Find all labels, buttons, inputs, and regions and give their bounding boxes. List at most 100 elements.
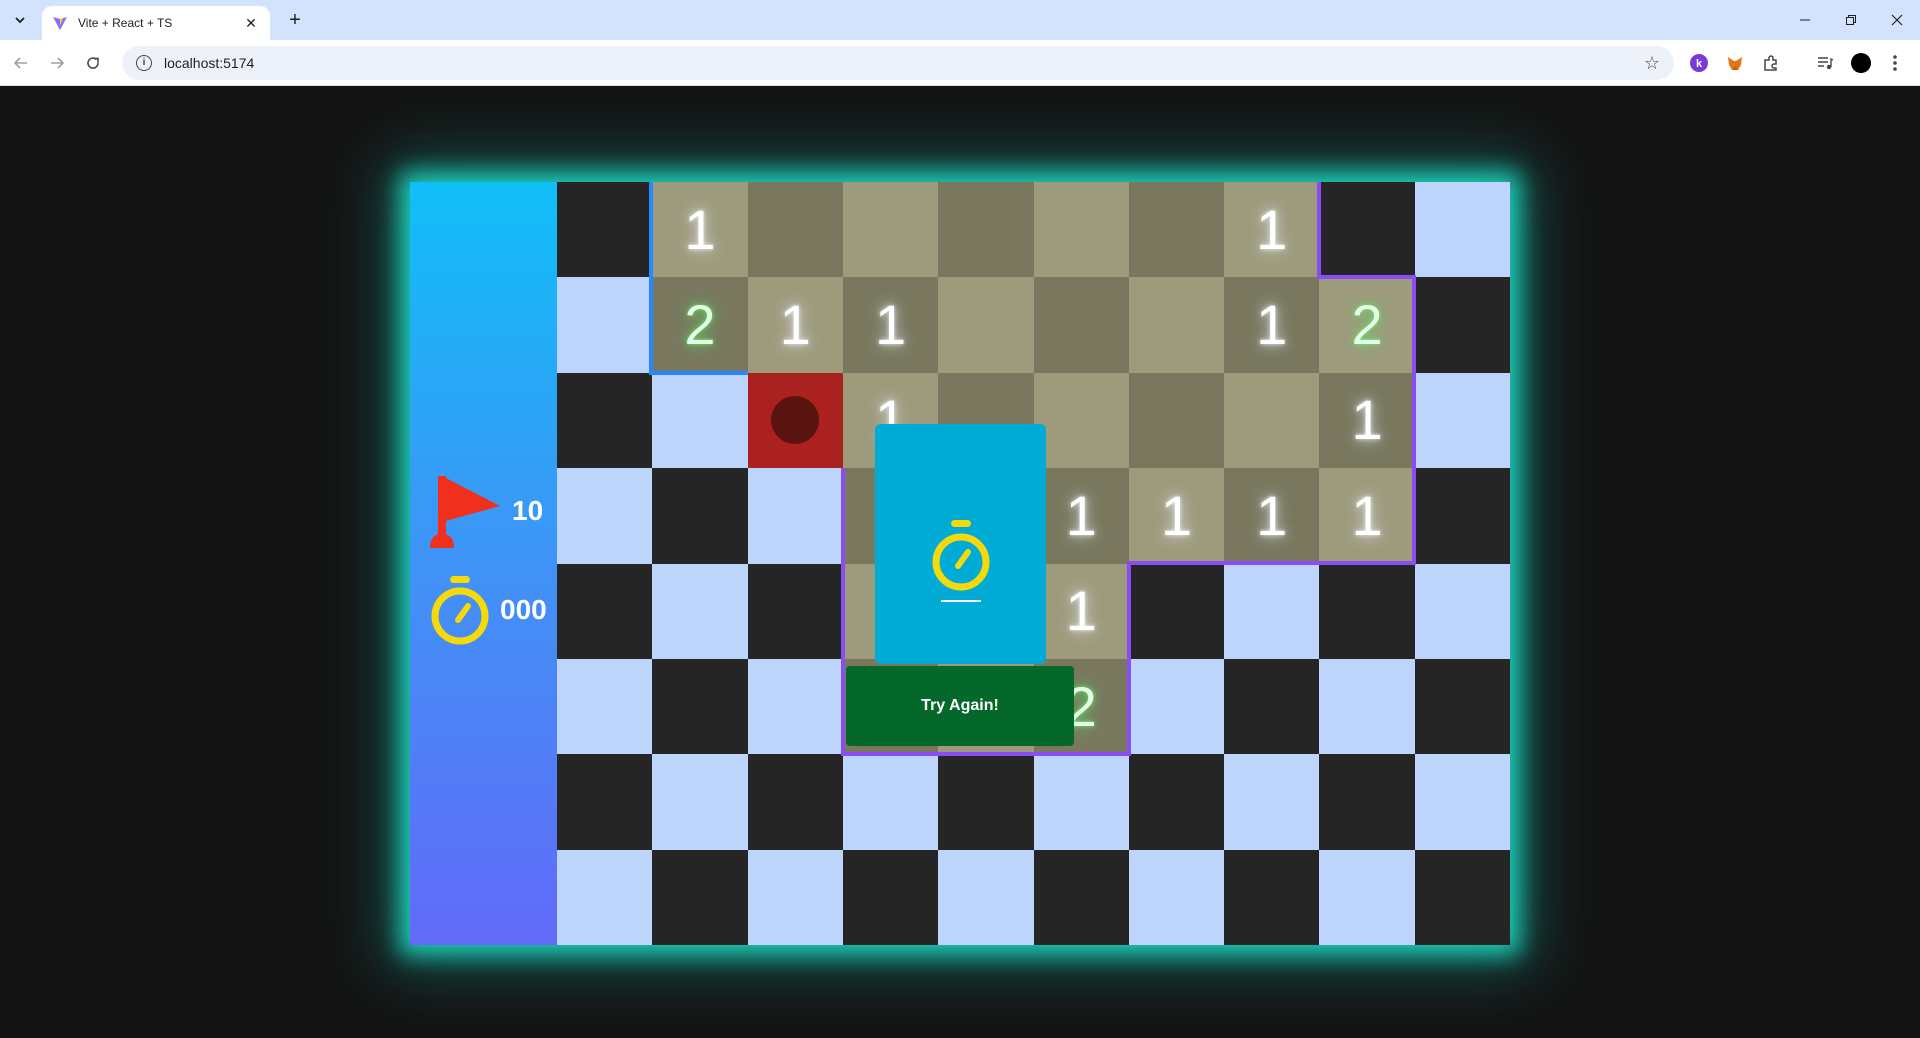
browser-menu-icon[interactable] xyxy=(1884,52,1906,74)
hidden-cell[interactable] xyxy=(1224,754,1320,850)
hidden-cell[interactable] xyxy=(1414,658,1510,755)
hidden-cell[interactable] xyxy=(1319,754,1415,850)
address-bar[interactable]: i localhost:5174 ☆ xyxy=(122,46,1674,80)
hidden-cell[interactable] xyxy=(557,754,653,850)
hidden-cell[interactable] xyxy=(1033,754,1129,850)
mine-cell xyxy=(747,372,843,469)
hidden-cell[interactable] xyxy=(1128,658,1225,755)
adjacent-count: 1 xyxy=(1256,483,1288,547)
hidden-cell[interactable] xyxy=(1414,182,1510,278)
hidden-cell[interactable] xyxy=(747,563,843,659)
hidden-cell[interactable] xyxy=(1224,658,1320,755)
hidden-cell[interactable] xyxy=(1414,754,1510,850)
metamask-fox-icon[interactable] xyxy=(1724,52,1746,74)
bookmark-star-icon[interactable]: ☆ xyxy=(1644,53,1660,74)
try-again-button[interactable]: Try Again! xyxy=(846,666,1074,746)
revealed-cell: 1 xyxy=(1033,563,1129,659)
hidden-cell[interactable] xyxy=(652,563,748,659)
close-window-button[interactable] xyxy=(1874,0,1920,40)
browser-tabstrip: Vite + React + TS ✕ + xyxy=(0,0,1920,40)
back-button[interactable] xyxy=(8,50,34,76)
hidden-cell[interactable] xyxy=(1414,277,1510,373)
restore-icon xyxy=(1846,15,1856,25)
hidden-cell[interactable] xyxy=(1319,849,1415,945)
hidden-cell[interactable] xyxy=(1414,849,1510,945)
close-icon xyxy=(1891,14,1903,26)
game-sidebar: 10 000 xyxy=(410,182,557,945)
hidden-cell[interactable] xyxy=(1224,563,1320,659)
hidden-cell[interactable] xyxy=(1414,563,1510,659)
tab-close-icon[interactable]: ✕ xyxy=(242,15,260,32)
extension-k-icon[interactable]: k xyxy=(1688,52,1710,74)
hidden-cell[interactable] xyxy=(557,277,653,373)
hidden-cell[interactable] xyxy=(747,849,843,945)
hidden-cell[interactable] xyxy=(557,849,653,945)
adjacent-count: 1 xyxy=(1351,388,1383,452)
final-time xyxy=(940,600,981,602)
hidden-cell[interactable] xyxy=(652,372,748,469)
revealed-cell xyxy=(1033,372,1129,469)
hidden-cell[interactable] xyxy=(938,849,1034,945)
browser-tab[interactable]: Vite + React + TS ✕ xyxy=(42,6,270,40)
hidden-cell[interactable] xyxy=(842,754,939,850)
hidden-cell[interactable] xyxy=(1319,182,1415,278)
forward-button[interactable] xyxy=(44,50,70,76)
hidden-cell[interactable] xyxy=(652,468,748,564)
hidden-cell[interactable] xyxy=(1128,563,1225,659)
arrow-right-icon xyxy=(51,57,65,69)
stopwatch-icon xyxy=(431,576,489,645)
hidden-cell[interactable] xyxy=(1414,468,1510,564)
hidden-cell[interactable] xyxy=(557,182,653,278)
hidden-cell[interactable] xyxy=(557,658,653,755)
hidden-cell[interactable] xyxy=(652,754,748,850)
browser-toolbar: i localhost:5174 ☆ k xyxy=(0,40,1920,86)
stopwatch-icon xyxy=(932,520,989,591)
revealed-cell: 1 xyxy=(1319,468,1415,564)
revealed-cell xyxy=(1128,182,1225,278)
site-info-icon[interactable]: i xyxy=(136,55,152,71)
hidden-cell[interactable] xyxy=(652,849,748,945)
tab-title: Vite + React + TS xyxy=(78,16,173,30)
revealed-cell xyxy=(1128,372,1225,469)
hidden-cell[interactable] xyxy=(557,563,653,659)
revealed-cell: 1 xyxy=(1033,468,1129,564)
revealed-cell: 1 xyxy=(1224,277,1320,373)
extensions-puzzle-icon[interactable] xyxy=(1760,52,1782,74)
revealed-cell: 2 xyxy=(652,277,748,373)
minimize-icon xyxy=(1800,19,1810,21)
hidden-cell[interactable] xyxy=(1414,372,1510,469)
tab-search-button[interactable] xyxy=(6,8,34,32)
hidden-cell[interactable] xyxy=(1033,849,1129,945)
chevron-down-icon xyxy=(15,17,25,24)
hidden-cell[interactable] xyxy=(1319,658,1415,755)
revealed-cell xyxy=(842,182,939,278)
adjacent-count: 1 xyxy=(1256,293,1288,357)
new-tab-button[interactable]: + xyxy=(282,8,308,34)
adjacent-count: 2 xyxy=(1351,293,1383,357)
hidden-cell[interactable] xyxy=(938,754,1034,850)
hidden-cell[interactable] xyxy=(842,849,939,945)
hidden-cell[interactable] xyxy=(1128,754,1225,850)
hidden-cell[interactable] xyxy=(557,372,653,469)
minimize-button[interactable] xyxy=(1782,0,1828,40)
hidden-cell[interactable] xyxy=(652,658,748,755)
revealed-cell xyxy=(747,182,843,278)
revealed-cell: 1 xyxy=(1224,468,1320,564)
timer-display: 000 xyxy=(428,574,547,646)
hidden-cell[interactable] xyxy=(1128,849,1225,945)
restore-button[interactable] xyxy=(1828,0,1874,40)
revealed-cell xyxy=(938,277,1034,373)
revealed-cell xyxy=(1033,182,1129,278)
hidden-cell[interactable] xyxy=(747,468,843,564)
hidden-cell[interactable] xyxy=(1319,563,1415,659)
hidden-cell[interactable] xyxy=(557,468,653,564)
reload-button[interactable] xyxy=(80,50,106,76)
hidden-cell[interactable] xyxy=(1224,849,1320,945)
hidden-cell[interactable] xyxy=(747,754,843,850)
adjacent-count: 1 xyxy=(1351,483,1383,547)
profile-avatar[interactable] xyxy=(1850,52,1872,74)
adjacent-count: 1 xyxy=(1065,483,1097,547)
media-control-icon[interactable] xyxy=(1814,52,1836,74)
url-text: localhost:5174 xyxy=(164,55,255,71)
hidden-cell[interactable] xyxy=(747,658,843,755)
